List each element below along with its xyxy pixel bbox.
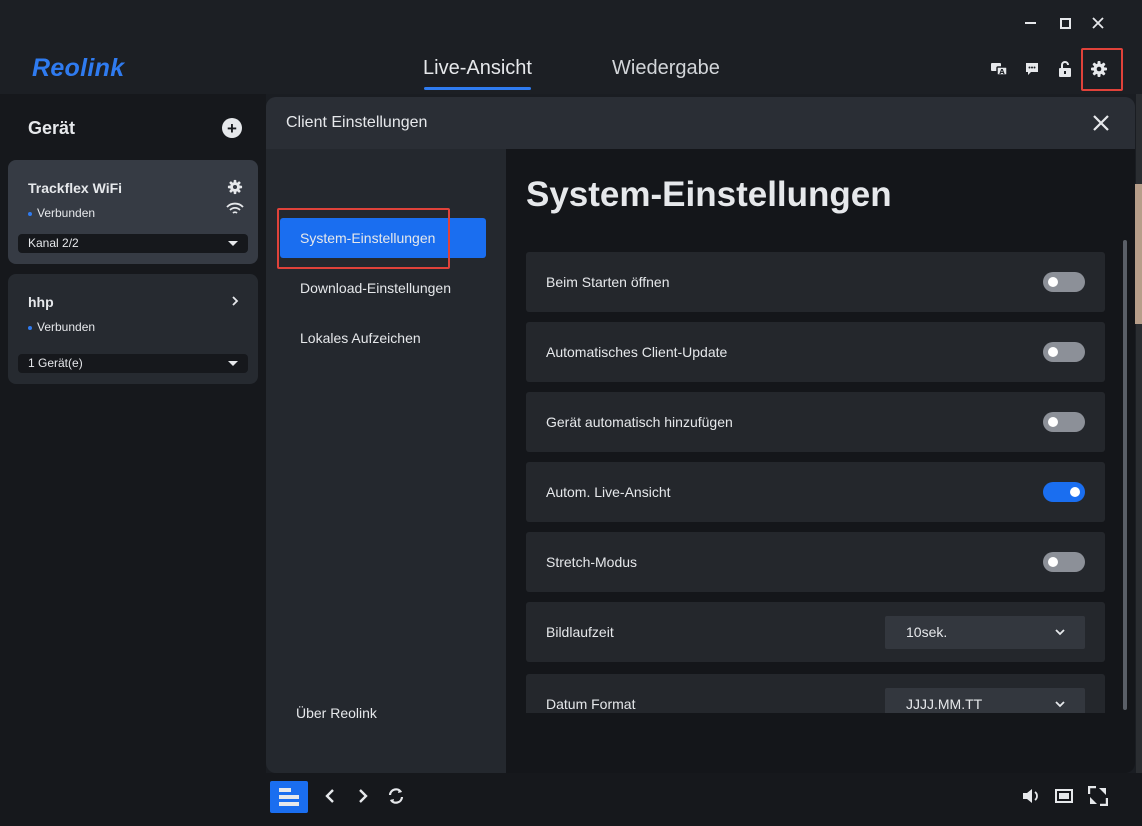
- camera-preview-edge: [1134, 184, 1142, 324]
- setting-label: Autom. Live-Ansicht: [546, 484, 671, 500]
- setting-label: Beim Starten öffnen: [546, 274, 670, 290]
- setting-label: Stretch-Modus: [546, 554, 638, 570]
- fullscreen-icon[interactable]: [1083, 781, 1113, 811]
- chevron-right-icon[interactable]: [229, 295, 241, 307]
- settings-list: Beim Starten öffnen Automatisches Client…: [526, 252, 1105, 713]
- setting-row: Autom. Live-Ansicht: [526, 462, 1105, 522]
- date-format-select[interactable]: JJJJ.MM.TT: [885, 688, 1085, 713]
- layout-icon[interactable]: [270, 781, 308, 813]
- scrollbar[interactable]: [1123, 240, 1127, 710]
- screen-icon[interactable]: [1049, 781, 1079, 811]
- setting-row: Bildlaufzeit 10sek.: [526, 602, 1105, 662]
- nav-highlight-frame: [277, 208, 450, 269]
- sidebar-title: Gerät: [28, 118, 76, 138]
- device-settings-icon[interactable]: [227, 179, 243, 195]
- tab-playback[interactable]: Wiedergabe: [612, 57, 720, 80]
- setting-label: Bildlaufzeit: [546, 624, 614, 640]
- translate-icon[interactable]: A: [987, 57, 1011, 81]
- wifi-icon: [226, 202, 244, 214]
- reolink-logo: Reolink: [32, 54, 125, 82]
- device-name: hhp: [28, 294, 54, 310]
- bottom-toolbar: [266, 773, 1142, 826]
- device-name: Trackflex WiFi: [28, 180, 123, 196]
- settings-highlight-frame: [1081, 48, 1123, 91]
- channel-select-value: Kanal 2/2: [28, 236, 79, 250]
- dialog-header: Client Einstellungen: [266, 97, 1135, 149]
- setting-label: Gerät automatisch hinzufügen: [546, 414, 733, 430]
- device-status: Verbunden: [28, 320, 95, 334]
- settings-content: System-Einstellungen Beim Starten öffnen…: [506, 149, 1135, 773]
- chevron-right-icon[interactable]: [348, 781, 378, 811]
- refresh-icon[interactable]: [381, 781, 411, 811]
- minimize-icon[interactable]: [1019, 12, 1041, 34]
- client-settings-dialog: Client Einstellungen System-Einstellunge…: [266, 97, 1135, 773]
- auto-live-view-toggle[interactable]: [1043, 482, 1085, 502]
- title-bar: [0, 0, 1142, 44]
- device-count-value: 1 Gerät(e): [28, 356, 83, 370]
- channel-select[interactable]: Kanal 2/2: [18, 234, 248, 253]
- volume-icon[interactable]: [1016, 781, 1046, 811]
- dialog-close-icon[interactable]: [1091, 113, 1111, 133]
- scroll-time-select[interactable]: 10sek.: [885, 616, 1085, 649]
- setting-row: Datum Format JJJJ.MM.TT: [526, 674, 1105, 713]
- nav-download-settings[interactable]: Download-Einstellungen: [280, 268, 486, 308]
- close-icon[interactable]: [1087, 12, 1109, 34]
- caret-down-icon: [228, 241, 238, 246]
- device-sidebar: Gerät + Trackflex WiFi Verbunden Kanal 2…: [0, 94, 266, 826]
- setting-row: Gerät automatisch hinzufügen: [526, 392, 1105, 452]
- content-title: System-Einstellungen: [526, 175, 892, 214]
- date-format-value: JJJJ.MM.TT: [906, 696, 983, 712]
- device-status: Verbunden: [28, 206, 95, 220]
- setting-label: Automatisches Client-Update: [546, 344, 728, 360]
- device-card[interactable]: hhp Verbunden 1 Gerät(e): [8, 274, 258, 384]
- chevron-left-icon[interactable]: [315, 781, 345, 811]
- setting-row: Automatisches Client-Update: [526, 322, 1105, 382]
- message-icon[interactable]: [1020, 57, 1044, 81]
- setting-row: Beim Starten öffnen: [526, 252, 1105, 312]
- device-count-select[interactable]: 1 Gerät(e): [18, 354, 248, 373]
- chevron-down-icon: [1055, 701, 1065, 708]
- chevron-down-icon: [1055, 629, 1065, 636]
- add-device-icon[interactable]: +: [222, 118, 242, 138]
- scroll-time-value: 10sek.: [906, 624, 948, 640]
- auto-update-toggle[interactable]: [1043, 342, 1085, 362]
- maximize-icon[interactable]: [1054, 12, 1076, 34]
- auto-add-device-toggle[interactable]: [1043, 412, 1085, 432]
- device-card[interactable]: Trackflex WiFi Verbunden Kanal 2/2: [8, 160, 258, 264]
- dialog-title: Client Einstellungen: [286, 114, 428, 131]
- unlock-icon[interactable]: [1053, 57, 1077, 81]
- caret-down-icon: [228, 361, 238, 366]
- setting-label: Datum Format: [546, 696, 636, 712]
- app-header: Reolink Live-Ansicht Wiedergabe A: [0, 44, 1142, 94]
- stretch-mode-toggle[interactable]: [1043, 552, 1085, 572]
- setting-row: Stretch-Modus: [526, 532, 1105, 592]
- tab-live-view[interactable]: Live-Ansicht: [423, 57, 532, 90]
- open-on-start-toggle[interactable]: [1043, 272, 1085, 292]
- about-reolink-link[interactable]: Über Reolink: [296, 705, 377, 721]
- nav-local-recording[interactable]: Lokales Aufzeichen: [280, 318, 486, 358]
- svg-text:A: A: [999, 68, 1005, 76]
